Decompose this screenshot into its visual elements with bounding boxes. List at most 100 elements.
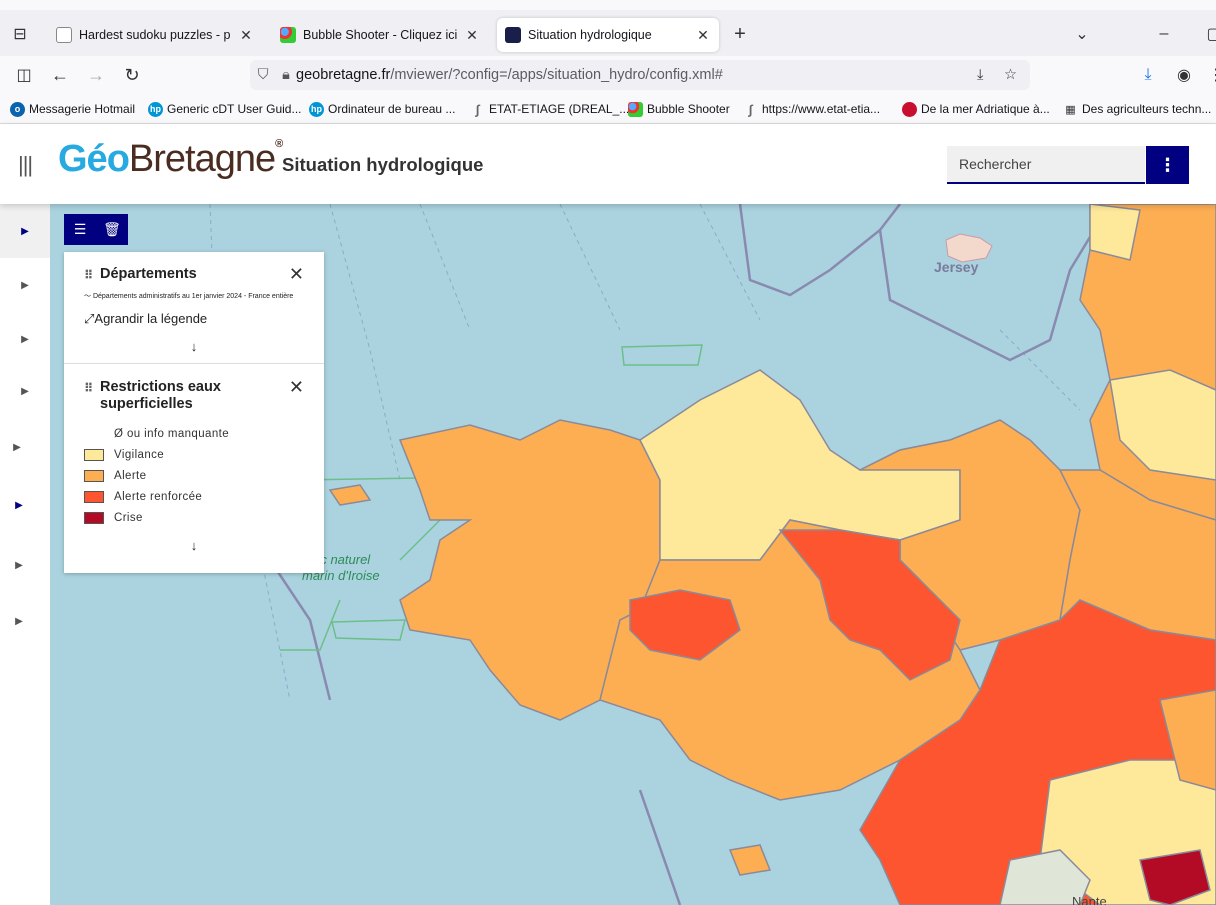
legend-item: Alerte renforcée (84, 486, 304, 507)
restore-icon[interactable]: ▢ (1200, 20, 1216, 48)
line-icon: 〜 (84, 293, 93, 300)
bookmark-etat-etiage[interactable]: ∫ ETAT-ETIAGE (DREAL_... (470, 100, 630, 118)
app-title: Situation hydrologique (282, 154, 484, 175)
logo-geo: Géo (58, 138, 130, 180)
url-path: /mviewer/?config=/apps/situation_hydro/c… (390, 67, 723, 83)
caret-right-icon: ▶ (21, 333, 29, 345)
link-icon: ∫ (748, 101, 753, 117)
swatch-alerte (84, 469, 104, 482)
reload-icon[interactable]: ↻ (118, 61, 146, 89)
trash-icon[interactable]: 🗑︎ (96, 214, 128, 245)
legend-items: Ø ou info manquante Vigilance Alerte Ale… (84, 423, 304, 528)
bookmark-star-icon[interactable]: ☆ (1004, 67, 1017, 83)
link-icon: ∫ (475, 101, 480, 117)
sidebar-expander-8[interactable]: ▶ (0, 594, 44, 648)
close-tab-icon[interactable]: ✕ (695, 27, 711, 44)
close-icon[interactable]: ✕ (289, 265, 304, 283)
tab-bubble-shooter[interactable]: Bubble Shooter - Cliquez ici po ✕ (272, 18, 488, 52)
search-input[interactable] (959, 156, 1133, 172)
bookmark-hp-guide[interactable]: hp Generic cDT User Guid... (148, 100, 301, 118)
shield-icon: ⛉ (257, 67, 269, 83)
tab-sudoku[interactable]: Hardest sudoku puzzles - play s ✕ (48, 18, 262, 52)
news-icon: ▦ (1065, 103, 1076, 116)
ouessant (328, 484, 372, 506)
map-label-jersey: Jersey (934, 259, 979, 275)
drag-handle-icon[interactable]: ⠿ (84, 381, 100, 395)
enlarge-label: Agrandir la légende (94, 311, 208, 326)
drag-handle-icon[interactable]: ⠿ (84, 268, 100, 282)
bubble-icon (628, 101, 643, 117)
tab-situation-hydrologique[interactable]: Situation hydrologique ✕ (497, 18, 719, 52)
sidebar-expander-2[interactable]: ▶ (0, 258, 50, 312)
new-tab-button[interactable]: + (726, 20, 754, 48)
layer-sidebar: ▶ ▶ ▶ ▶ ▶ ▶ ▶ ▶ (0, 204, 50, 905)
close-tab-icon[interactable]: ✕ (464, 27, 480, 44)
save-page-icon[interactable]: ⤓ (977, 67, 983, 83)
extensions-icon[interactable]: ⋮ (1202, 61, 1216, 89)
legend-item-label: Alerte renforcée (114, 490, 203, 503)
bookmark-hotmail[interactable]: o Messagerie Hotmail (10, 100, 135, 118)
downloads-icon[interactable]: ⤓ (1134, 61, 1162, 89)
sidebar-toggle-icon[interactable]: ◫ (10, 61, 38, 89)
bookmark-label: Des agriculteurs techn... (1082, 102, 1212, 116)
legend-item: Alerte (84, 465, 304, 486)
legend-item-label: Vigilance (114, 448, 165, 461)
lock-icon: 🔒︎ (282, 67, 290, 83)
red-circle-icon (902, 101, 917, 117)
bookmark-label: Messagerie Hotmail (29, 102, 136, 116)
list-icon[interactable]: ☰ (64, 214, 96, 245)
caret-right-icon: ▶ (15, 499, 23, 511)
back-icon[interactable]: ← (46, 61, 74, 89)
bookmark-agriculteurs[interactable]: ▦ Des agriculteurs techn... (1063, 100, 1211, 118)
sidebar-expander-3[interactable]: ▶ (0, 312, 50, 366)
bookmark-label: De la mer Adriatique à... (921, 102, 1050, 116)
bookmark-etat-etia[interactable]: ∫ https://www.etat-etia... (743, 100, 880, 118)
swatch-crise (84, 511, 104, 524)
tab-title: Bubble Shooter - Cliquez ici po (303, 28, 457, 42)
arrow-down-icon[interactable]: ↓ (84, 538, 304, 553)
arrow-down-icon[interactable]: ↓ (84, 339, 304, 354)
logo-bretagne: Bretagne (128, 138, 276, 180)
swatch-alerte-renforcee (84, 490, 104, 503)
menu-icon[interactable]: ||| (18, 152, 33, 178)
forward-icon[interactable]: → (82, 61, 110, 89)
close-tab-icon[interactable]: ✕ (238, 27, 254, 44)
tab-strip: ⊟ Hardest sudoku puzzles - play s ✕ Bubb… (0, 10, 1216, 56)
legend-item-label: Alerte (114, 469, 147, 482)
tab-overview-icon[interactable]: ⊟ (6, 20, 34, 48)
more-options-button[interactable]: ⋮ (1146, 146, 1189, 184)
caret-right-icon: ▶ (21, 385, 29, 397)
bookmark-adriatique[interactable]: De la mer Adriatique à... (902, 100, 1050, 118)
legend-toolbar: ☰ 🗑︎ (64, 214, 128, 245)
bookmark-hp-desktop[interactable]: hp Ordinateur de bureau ... (309, 100, 455, 118)
sidebar-expander-5[interactable]: ▶ (0, 420, 42, 474)
legend-section-restrictions: ⠿ Restrictions eaux superficielles ✕ Ø o… (64, 364, 324, 553)
bookmark-bubble-shooter[interactable]: Bubble Shooter (628, 100, 730, 118)
map-label-parc: rc naturel (316, 552, 371, 567)
caret-right-icon: ▶ (15, 559, 23, 571)
sidebar-expander-4[interactable]: ▶ (0, 364, 50, 418)
geobretagne-logo[interactable]: GéoBretagne® (58, 138, 283, 181)
minimize-icon[interactable]: – (1150, 20, 1178, 48)
search-box[interactable] (947, 146, 1145, 184)
logo-registered: ® (275, 138, 283, 150)
close-icon[interactable]: ✕ (289, 378, 304, 396)
list-tabs-icon[interactable]: ⌄ (1068, 20, 1096, 48)
bookmark-label: ETAT-ETIAGE (DREAL_... (489, 102, 630, 116)
bubble-icon (280, 27, 296, 43)
departements-layer (328, 204, 1216, 905)
address-bar[interactable]: ⛉ 🔒︎ geobretagne.fr /mviewer/?config=/ap… (250, 60, 1030, 90)
sidebar-expander-7[interactable]: ▶ (0, 538, 44, 592)
sidebar-expander-1[interactable]: ▶ (0, 204, 50, 258)
jersey-island (945, 233, 993, 263)
account-icon[interactable]: ◉ (1170, 61, 1198, 89)
caret-right-icon: ▶ (21, 225, 29, 237)
enlarge-legend-link[interactable]: ⤢Agrandir la légende (84, 311, 304, 327)
legend-item: Ø ou info manquante (84, 423, 304, 444)
legend-item: Crise (84, 507, 304, 528)
tab-title: Hardest sudoku puzzles - play s (79, 28, 231, 42)
swatch-none (84, 428, 104, 440)
sidebar-expander-6[interactable]: ▶ (0, 478, 44, 532)
swatch-vigilance (84, 448, 104, 461)
bookmark-label: Ordinateur de bureau ... (328, 102, 456, 116)
